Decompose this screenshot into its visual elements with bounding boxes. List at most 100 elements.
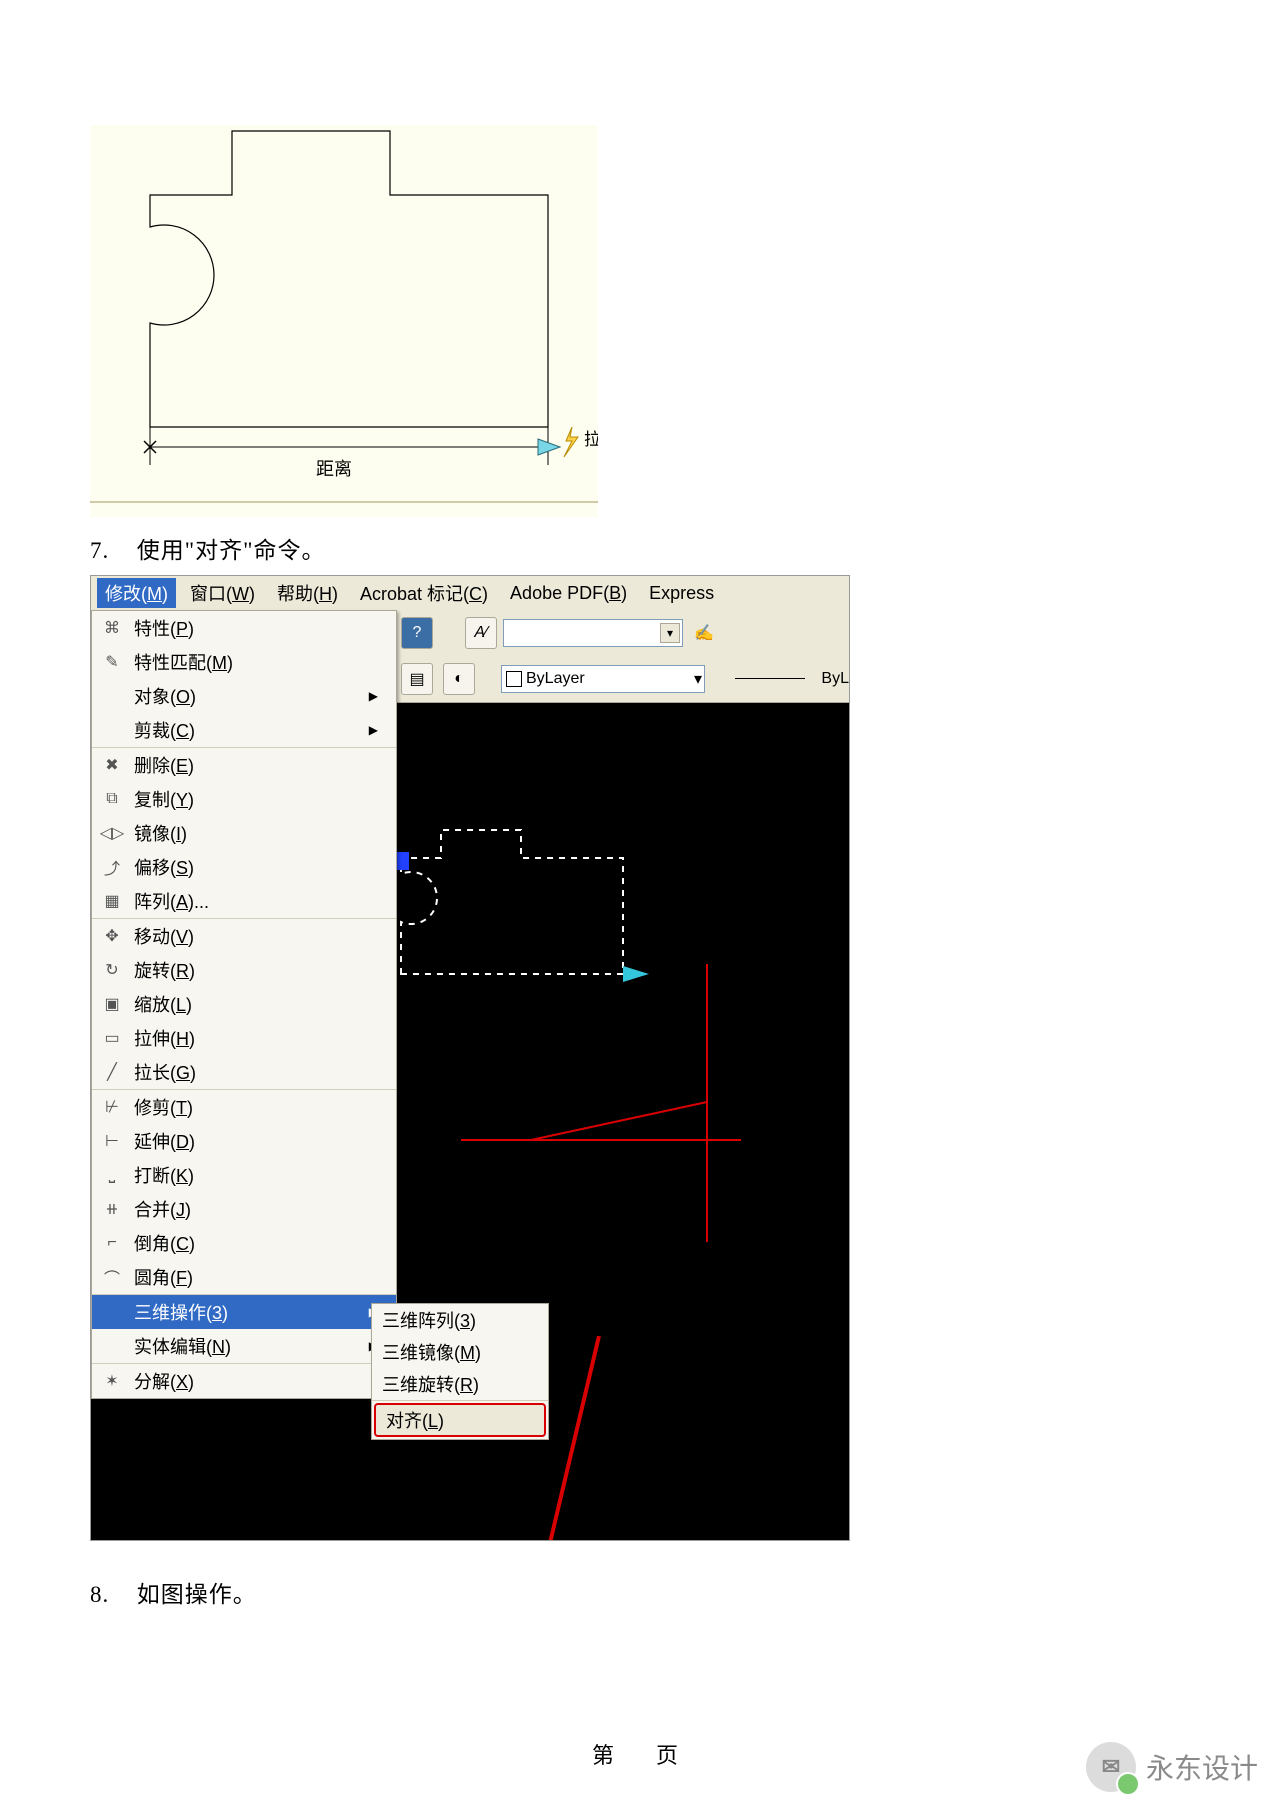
chevron-down-icon: ▾	[660, 623, 680, 643]
step-8-number: 8.	[90, 1582, 130, 1608]
menu-item-特性[interactable]: ⌘ 特性(P)	[92, 611, 396, 645]
chevron-down-icon: ▾	[694, 669, 702, 689]
menu-item-label: 特性匹配(M)	[134, 649, 358, 675]
剪裁-icon	[100, 718, 124, 742]
menu-item-圆角[interactable]: ⌒圆角(F)	[92, 1260, 396, 1294]
menu-help[interactable]: 帮助(H)	[269, 578, 346, 608]
menu-item-label: 打断(K)	[134, 1162, 358, 1188]
实体编辑-icon	[100, 1334, 124, 1358]
text-style-icon[interactable]: A⁄	[465, 617, 497, 649]
旋转-icon: ↻	[100, 958, 124, 982]
menu-item-合并[interactable]: ⧺ 合并(J)	[92, 1192, 396, 1226]
menu-item-label: 偏移(S)	[134, 854, 358, 880]
menu-item-label: 倒角(C)	[134, 1230, 358, 1256]
menu-adobepdf[interactable]: Adobe PDF(B)	[502, 581, 635, 606]
menu-acrobat[interactable]: Acrobat 标记(C)	[352, 578, 496, 608]
menu-item-label: 特性(P)	[134, 615, 358, 641]
三维操作-icon	[100, 1300, 124, 1324]
倒角-icon: ⌐	[100, 1231, 124, 1255]
submenu-item-三维旋转[interactable]: 三维旋转(R)	[372, 1368, 548, 1400]
submenu-item-对齐[interactable]: 对齐(L)	[374, 1403, 546, 1437]
submenu-item-label: 三维阵列(3)	[382, 1307, 476, 1333]
menu-window[interactable]: 窗口(W)	[182, 578, 263, 608]
watermark-text: 永东设计	[1146, 1747, 1258, 1787]
menu-item-label: 旋转(R)	[134, 957, 358, 983]
menu-item-缩放[interactable]: ▣缩放(L)	[92, 987, 396, 1021]
help-icon[interactable]: ?	[401, 617, 433, 649]
submenu-arrow-icon: ▶	[368, 723, 378, 737]
menu-item-移动[interactable]: ✥移动(V)	[92, 919, 396, 953]
偏移-icon: ⤴	[100, 855, 124, 879]
menu-bar: 修改(M) 窗口(W) 帮助(H) Acrobat 标记(C) Adobe PD…	[91, 576, 849, 611]
text-style-combo[interactable]: ▾	[503, 619, 683, 647]
menu-item-延伸[interactable]: ⊢ 延伸(D)	[92, 1124, 396, 1158]
menu-item-实体编辑[interactable]: 实体编辑(N)▶	[92, 1329, 396, 1363]
menu-item-label: 剪裁(C)	[134, 717, 358, 743]
layer-icon[interactable]: ▤	[401, 663, 433, 695]
step-7-number: 7.	[90, 538, 130, 564]
镜像-icon: ◁▷	[100, 821, 124, 845]
distance-label: 距离	[316, 459, 352, 479]
对象-icon	[100, 684, 124, 708]
menu-item-label: 合并(J)	[134, 1196, 358, 1222]
分解-icon: ✶	[100, 1369, 124, 1393]
修剪-icon: ⊬	[100, 1095, 124, 1119]
拉长-icon: ╱	[100, 1060, 124, 1084]
menu-modify[interactable]: 修改(M)	[97, 578, 176, 608]
submenu-item-三维镜像[interactable]: 三维镜像(M)	[372, 1336, 548, 1368]
menu-item-拉伸[interactable]: ▭拉伸(H)	[92, 1021, 396, 1055]
linetype-tail: ByL	[821, 670, 849, 688]
step-7: 7. 使用"对齐"命令。	[90, 531, 1190, 565]
menu-item-偏移[interactable]: ⤴ 偏移(S)	[92, 850, 396, 884]
menu-item-label: 拉长(G)	[134, 1059, 358, 1085]
menu-item-阵列[interactable]: ▦ 阵列(A)...	[92, 884, 396, 918]
menu-item-label: 实体编辑(N)	[134, 1333, 358, 1359]
layer-prev-icon[interactable]: ◐	[443, 663, 475, 695]
menu-item-label: 修剪(T)	[134, 1094, 358, 1120]
menu-item-镜像[interactable]: ◁▷镜像(I)	[92, 816, 396, 850]
menu-item-旋转[interactable]: ↻ 旋转(R)	[92, 953, 396, 987]
menu-item-拉长[interactable]: ╱ 拉长(G)	[92, 1055, 396, 1089]
menu-item-label: 拉伸(H)	[134, 1025, 358, 1051]
阵列-icon: ▦	[100, 889, 124, 913]
menu-item-三维操作[interactable]: 三维操作(3)▶	[92, 1295, 396, 1329]
color-combo[interactable]: ByLayer ▾	[501, 665, 705, 693]
menu-item-复制[interactable]: ⧉复制(Y)	[92, 782, 396, 816]
step-8: 8. 如图操作。	[90, 1575, 1190, 1609]
step-8-text: 如图操作。	[137, 1582, 257, 1607]
复制-icon: ⧉	[100, 787, 124, 811]
dim-style-icon[interactable]: ✍	[689, 618, 719, 648]
menu-item-打断[interactable]: ⎵ 打断(K)	[92, 1158, 396, 1192]
submenu-item-label: 三维旋转(R)	[382, 1371, 479, 1397]
step-7-text: 使用"对齐"命令。	[137, 538, 326, 563]
menu-item-label: 对象(O)	[134, 683, 358, 709]
延伸-icon: ⊢	[100, 1129, 124, 1153]
menu-item-分解[interactable]: ✶ 分解(X)	[92, 1364, 396, 1398]
menu-item-label: 分解(X)	[134, 1368, 358, 1394]
menu-item-剪裁[interactable]: 剪裁(C) ▶	[92, 713, 396, 747]
menu-item-修剪[interactable]: ⊬ 修剪(T)	[92, 1090, 396, 1124]
移动-icon: ✥	[100, 924, 124, 948]
menu-item-倒角[interactable]: ⌐ 倒角(C)	[92, 1226, 396, 1260]
menu-express[interactable]: Express	[641, 581, 722, 606]
特性-icon: ⌘	[100, 616, 124, 640]
menu-item-对象[interactable]: 对象(O)▶	[92, 679, 396, 713]
menu-item-label: 阵列(A)...	[134, 888, 358, 914]
wechat-icon: ✉	[1086, 1742, 1136, 1792]
stretch-label: 拉伸	[584, 430, 598, 449]
separator	[372, 1400, 548, 1401]
menu-item-label: 延伸(D)	[134, 1128, 358, 1154]
submenu-item-三维阵列[interactable]: 三维阵列(3)	[372, 1304, 548, 1336]
menu-item-特性匹配[interactable]: ✎特性匹配(M)	[92, 645, 396, 679]
删除-icon: ✖	[100, 753, 124, 777]
缩放-icon: ▣	[100, 992, 124, 1016]
menu-item-删除[interactable]: ✖删除(E)	[92, 748, 396, 782]
3d-ops-submenu: 三维阵列(3) 三维镜像(M) 三维旋转(R) 对齐(L)	[371, 1303, 549, 1440]
合并-icon: ⧺	[100, 1197, 124, 1221]
menu-item-label: 三维操作(3)	[134, 1299, 358, 1325]
submenu-item-label: 三维镜像(M)	[382, 1339, 481, 1365]
submenu-item-label: 对齐(L)	[386, 1407, 444, 1433]
color-combo-value: ByLayer	[526, 670, 585, 688]
打断-icon: ⎵	[100, 1163, 124, 1187]
figure-stretch-diagram: 距离 拉伸	[90, 125, 598, 517]
